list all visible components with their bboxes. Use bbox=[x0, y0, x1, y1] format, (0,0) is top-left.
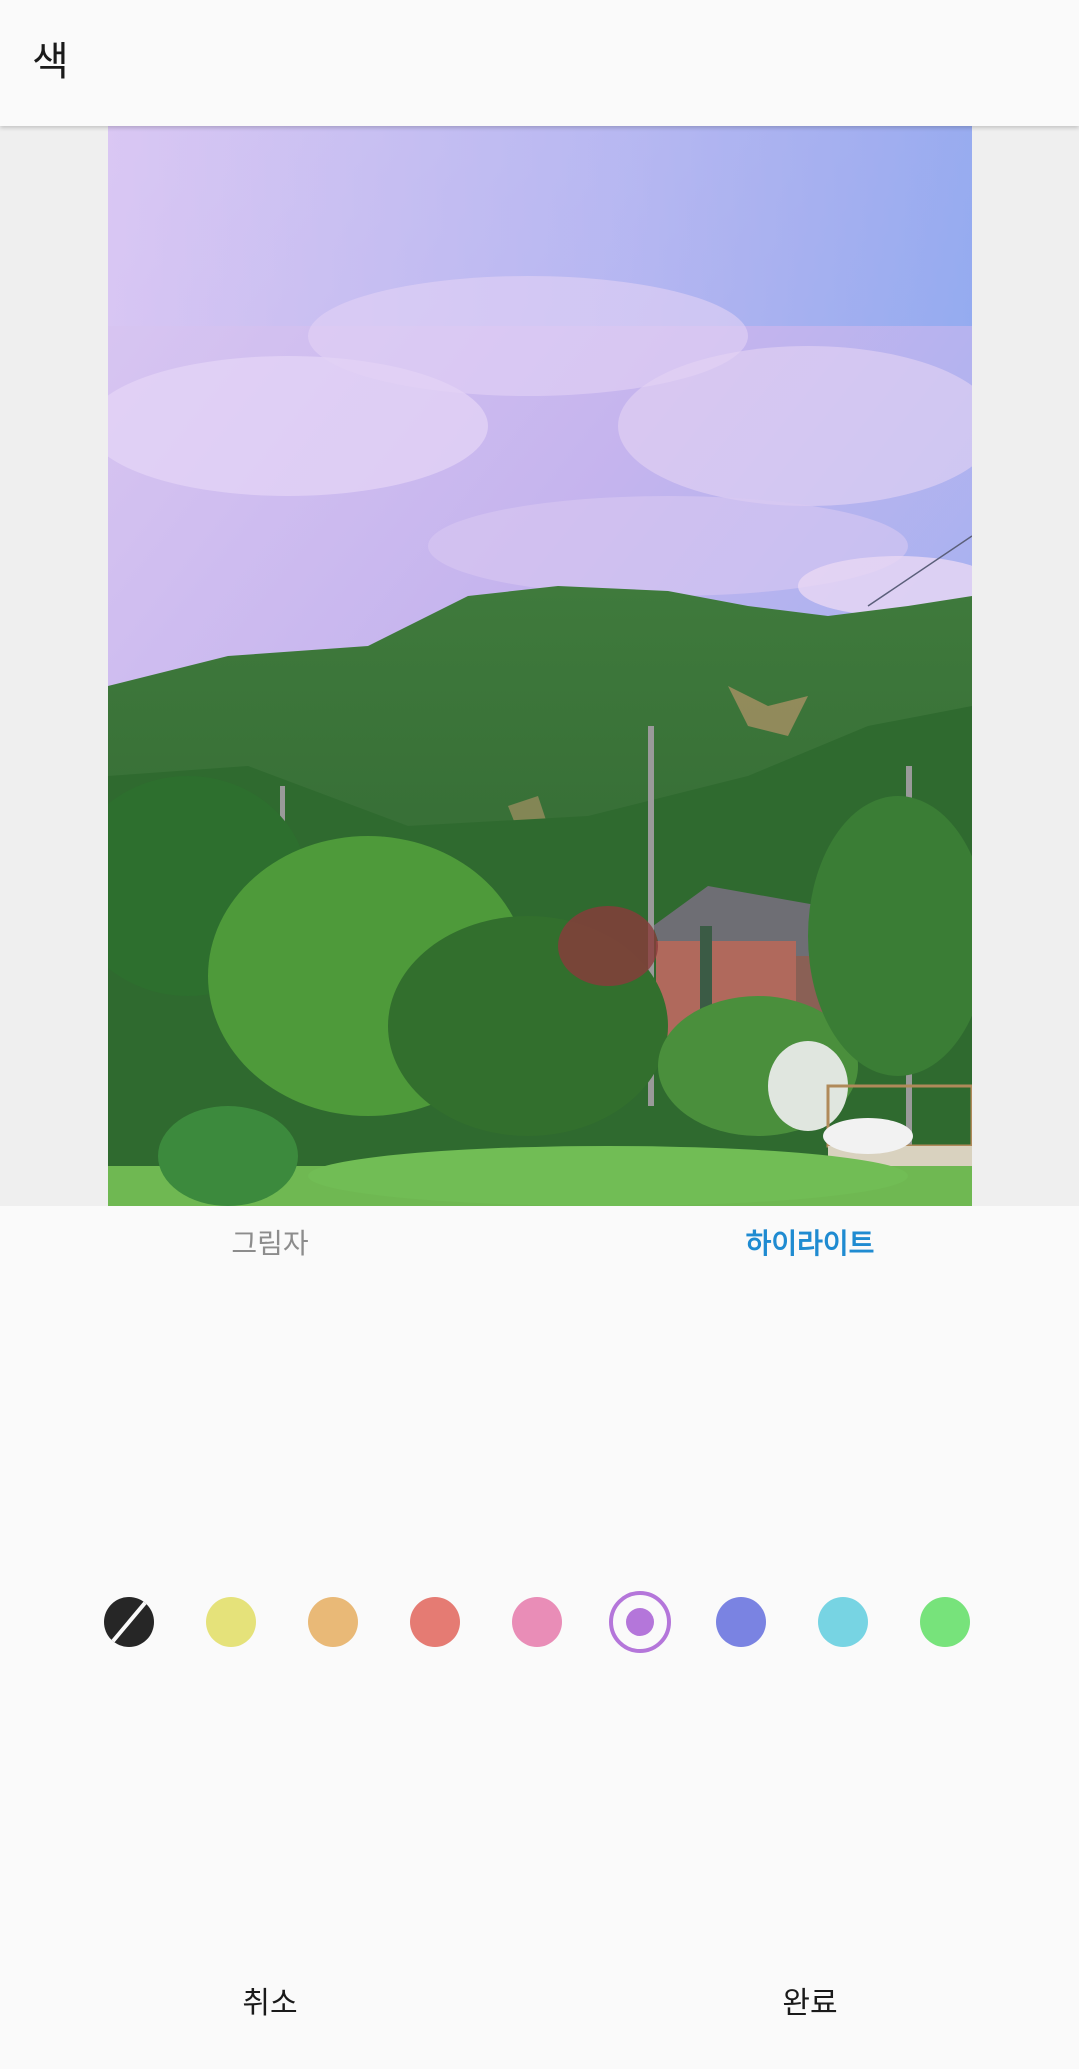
app-header: 색 bbox=[0, 0, 1079, 126]
color-adjust-screen: 색 그림자 하이라이트 취소 완료 bbox=[0, 0, 1079, 2069]
swatch-yellow[interactable] bbox=[206, 1597, 256, 1647]
selected-dot-icon bbox=[626, 1608, 654, 1636]
swatch-blue[interactable] bbox=[716, 1597, 766, 1647]
bottom-action-bar: 취소 완료 bbox=[0, 1960, 1079, 2060]
tab-shadows[interactable]: 그림자 bbox=[120, 1224, 420, 1264]
tab-highlights[interactable]: 하이라이트 bbox=[660, 1224, 960, 1264]
swatch-orange[interactable] bbox=[308, 1597, 358, 1647]
swatch-purple-selected[interactable] bbox=[609, 1591, 671, 1653]
swatch-none-icon[interactable] bbox=[104, 1597, 154, 1647]
color-swatch-row bbox=[0, 1591, 1079, 1653]
photo-preview bbox=[108, 126, 972, 1206]
cancel-button[interactable]: 취소 bbox=[120, 1982, 420, 2026]
done-button[interactable]: 완료 bbox=[660, 1982, 960, 2026]
swatch-red[interactable] bbox=[410, 1597, 460, 1647]
tone-tabs: 그림자 하이라이트 bbox=[0, 1206, 1079, 1292]
image-preview-area bbox=[0, 126, 1079, 1206]
swatch-cyan[interactable] bbox=[818, 1597, 868, 1647]
page-title: 색 bbox=[32, 39, 69, 85]
swatch-pink[interactable] bbox=[512, 1597, 562, 1647]
swatch-green[interactable] bbox=[920, 1597, 970, 1647]
landscape-photo-icon bbox=[108, 126, 972, 1206]
